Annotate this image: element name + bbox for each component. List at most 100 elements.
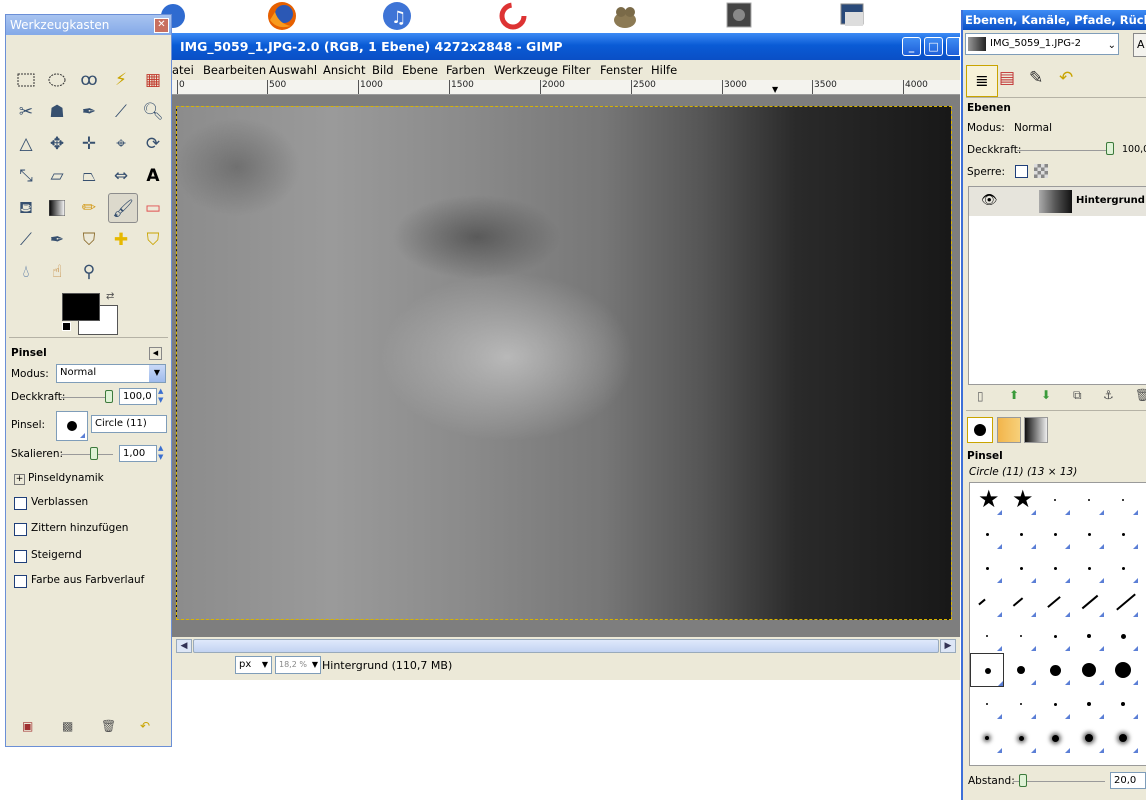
rotate-icon[interactable]: ⟳ bbox=[140, 131, 166, 157]
tab-layers-icon[interactable]: ≣ bbox=[966, 65, 998, 97]
brush-preset[interactable] bbox=[970, 653, 1004, 687]
close-button-partial[interactable] bbox=[946, 37, 960, 56]
brush-preset[interactable] bbox=[1004, 619, 1038, 653]
brush-preset[interactable] bbox=[1072, 721, 1106, 755]
image-canvas[interactable] bbox=[176, 106, 952, 620]
brush-preset[interactable] bbox=[1072, 483, 1106, 517]
brush-preset[interactable] bbox=[1038, 551, 1072, 585]
menu-ebene[interactable]: Ebene bbox=[402, 63, 438, 77]
lasso-icon[interactable]: ꝏ bbox=[76, 67, 102, 93]
brush-preset[interactable] bbox=[1106, 585, 1140, 619]
unit-select[interactable]: px ▼ bbox=[235, 656, 272, 674]
brush-preset[interactable] bbox=[970, 721, 1004, 755]
tab-channels-icon[interactable]: ▤ bbox=[999, 68, 1015, 88]
layer-name[interactable]: Hintergrund bbox=[1076, 195, 1145, 206]
paths-icon[interactable]: ✒ bbox=[76, 99, 102, 125]
auto-button[interactable]: A bbox=[1133, 33, 1146, 57]
canvas-area[interactable] bbox=[172, 95, 960, 665]
brush-preset[interactable] bbox=[1106, 721, 1140, 755]
move-icon[interactable]: ✥ bbox=[44, 131, 70, 157]
brush-preset[interactable] bbox=[1004, 517, 1038, 551]
foreground-select-icon[interactable]: ☗ bbox=[44, 99, 70, 125]
panel-menu-icon[interactable]: ◀ bbox=[149, 347, 162, 360]
gradient-icon[interactable] bbox=[44, 195, 70, 221]
brush-preset[interactable] bbox=[970, 551, 1004, 585]
brush-preset[interactable] bbox=[1072, 585, 1106, 619]
brush-preset[interactable] bbox=[1106, 483, 1140, 517]
brush-preset[interactable] bbox=[1004, 551, 1038, 585]
dock-titlebar[interactable]: Ebenen, Kanäle, Pfade, Rückgä... bbox=[963, 10, 1146, 30]
spin-arrows-icon[interactable]: ▲ ▼ bbox=[158, 444, 163, 462]
brush-grid[interactable]: ★ ★ bbox=[969, 482, 1146, 766]
layer-opacity-track[interactable] bbox=[1017, 150, 1107, 151]
menu-bild[interactable]: Bild bbox=[372, 63, 394, 77]
menu-fenster[interactable]: Fenster bbox=[600, 63, 643, 77]
spin-arrows-icon[interactable]: ▲ ▼ bbox=[158, 387, 163, 405]
ellipse-select-icon[interactable] bbox=[44, 67, 70, 93]
brush-preset[interactable] bbox=[1038, 619, 1072, 653]
layer-opacity-value[interactable]: 100,0 bbox=[1122, 144, 1146, 155]
brush-preset[interactable] bbox=[1072, 551, 1106, 585]
scissors-icon[interactable]: ✂ bbox=[13, 99, 39, 125]
menu-datei[interactable]: atei bbox=[172, 63, 194, 77]
crop-icon[interactable]: ⌖ bbox=[108, 131, 134, 157]
shear-icon[interactable]: ▱ bbox=[44, 163, 70, 189]
menu-hilfe[interactable]: Hilfe bbox=[651, 63, 677, 77]
select-by-color-icon[interactable]: ▦ bbox=[140, 67, 166, 93]
checkbox-steigernd[interactable] bbox=[14, 550, 27, 563]
reset-options-icon[interactable]: ↶ bbox=[140, 719, 150, 733]
brush-preset[interactable] bbox=[1004, 687, 1038, 721]
desktop-icon-itunes[interactable]: ♫ bbox=[380, 0, 414, 32]
checkbox-zittern[interactable] bbox=[14, 523, 27, 536]
modus-select[interactable]: Normal ▼ bbox=[56, 364, 166, 383]
scroll-left-arrow[interactable]: ◀ bbox=[176, 639, 192, 653]
flip-icon[interactable]: ⇔ bbox=[108, 163, 134, 189]
menu-werkzeuge[interactable]: Werkzeuge bbox=[494, 63, 558, 77]
brush-preset[interactable] bbox=[1004, 653, 1038, 687]
brush-preset[interactable] bbox=[1038, 687, 1072, 721]
menu-farben[interactable]: Farben bbox=[446, 63, 485, 77]
bucket-fill-icon[interactable]: ⛾ bbox=[13, 195, 39, 221]
perspective-clone-icon[interactable]: ⛉ bbox=[140, 227, 166, 253]
scale-icon[interactable]: ⤡ bbox=[13, 163, 39, 189]
clone-icon[interactable]: ⛉ bbox=[76, 227, 102, 253]
scrollbar-thumb[interactable] bbox=[193, 639, 939, 653]
brush-preset[interactable] bbox=[1038, 585, 1072, 619]
brush-preset[interactable] bbox=[970, 517, 1004, 551]
desktop-icon-photo[interactable] bbox=[722, 0, 756, 32]
ink-icon[interactable]: ✒ bbox=[44, 227, 70, 253]
tab-paths-icon[interactable]: ✎ bbox=[1029, 68, 1043, 88]
brush-preset[interactable] bbox=[1038, 483, 1072, 517]
anchor-layer-icon[interactable]: ⚓︎ bbox=[1103, 388, 1114, 402]
new-layer-icon[interactable]: ▯ bbox=[977, 389, 984, 403]
menu-auswahl[interactable]: Auswahl bbox=[269, 63, 317, 77]
brush-preset[interactable] bbox=[1072, 619, 1106, 653]
align-icon[interactable]: ✛ bbox=[76, 131, 102, 157]
brush-preset[interactable] bbox=[1106, 619, 1140, 653]
scale-input[interactable]: 1,00 bbox=[119, 445, 157, 462]
delete-layer-icon[interactable]: 🗑︎ bbox=[1135, 388, 1146, 402]
menu-bearbeiten[interactable]: Bearbeiten bbox=[203, 63, 266, 77]
blur-icon[interactable]: 💧︎ bbox=[13, 259, 39, 285]
checkbox-verblassen[interactable] bbox=[14, 497, 27, 510]
smudge-icon[interactable]: ☝ bbox=[44, 259, 70, 285]
scale-slider-track[interactable] bbox=[61, 454, 113, 455]
brush-preset[interactable] bbox=[1072, 687, 1106, 721]
tab-brushes-icon[interactable] bbox=[967, 417, 993, 443]
save-options-icon[interactable]: ▣ bbox=[22, 719, 33, 733]
text-tool-icon[interactable]: A bbox=[140, 163, 166, 189]
color-picker-icon[interactable]: ⟋ bbox=[108, 99, 134, 125]
foreground-color-swatch[interactable] bbox=[62, 293, 100, 321]
magic-wand-icon[interactable]: ⚡ bbox=[108, 67, 134, 93]
lock-pixels-checkbox[interactable] bbox=[1015, 165, 1028, 178]
scale-slider-handle[interactable] bbox=[90, 447, 98, 460]
desktop-icon-monitor[interactable] bbox=[835, 0, 869, 32]
layer-opacity-handle[interactable] bbox=[1106, 142, 1114, 155]
brush-name-field[interactable]: Circle (11) bbox=[91, 415, 167, 433]
toolbox-titlebar[interactable]: Werkzeugkasten ✕ bbox=[6, 15, 171, 35]
zoom-select[interactable]: 18,2 % ▼ bbox=[275, 656, 321, 674]
spacing-slider-handle[interactable] bbox=[1019, 774, 1027, 787]
spacing-input[interactable]: 20,0 bbox=[1110, 772, 1146, 789]
desktop-icon-firefox[interactable] bbox=[265, 0, 299, 32]
brush-preset[interactable]: ★ bbox=[970, 483, 1004, 517]
